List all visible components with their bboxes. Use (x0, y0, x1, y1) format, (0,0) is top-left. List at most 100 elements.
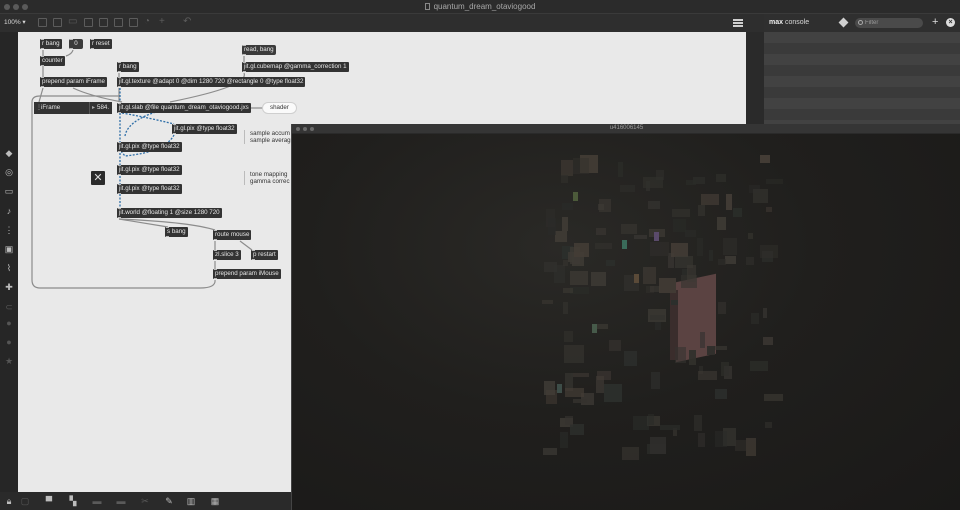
scene-block (594, 242, 612, 249)
pix-1-text: jit.gl.pix @type float32 (174, 125, 235, 132)
object-box-icon[interactable] (38, 18, 47, 27)
keyboard-icon[interactable]: ▦ (210, 496, 220, 506)
pix-4-text: jit.gl.pix @type float32 (119, 185, 180, 192)
console-toggle-icon[interactable] (733, 19, 743, 27)
r-bang-text: r bang (42, 40, 60, 47)
grid-icon[interactable]: ▬ (92, 496, 102, 506)
scene-block (750, 361, 769, 372)
piano-icon[interactable]: ▥ (186, 496, 196, 506)
console-filter-input[interactable] (855, 18, 923, 28)
scene-block (650, 314, 666, 320)
paperclip-icon[interactable]: ⌇ (4, 263, 14, 273)
toggle-object-icon[interactable] (99, 18, 108, 27)
scene-accent (622, 240, 627, 249)
p-restart-object[interactable]: p restart (251, 250, 278, 260)
scene-block (765, 178, 783, 184)
console-row (764, 98, 960, 109)
arrow-icon: ▸ (92, 104, 96, 111)
info-icon[interactable]: ● (4, 318, 14, 328)
scene-block (748, 233, 753, 240)
world-object[interactable]: jit.world @floating 1 @size 1280 720 (117, 208, 222, 218)
render-window[interactable]: u416006145 (291, 124, 960, 510)
r-bang-object[interactable]: r bang (40, 39, 62, 49)
scene-block (591, 272, 607, 287)
console-title: max console (769, 19, 809, 26)
star-icon[interactable]: ★ (4, 356, 14, 366)
puzzle-icon[interactable]: ✚ (4, 282, 14, 292)
route-mouse-object[interactable]: route mouse (213, 230, 252, 240)
scene-block (555, 231, 567, 243)
p-restart-text: p restart (253, 251, 276, 258)
undo-icon[interactable]: ↶ (183, 16, 191, 28)
pix-object-1[interactable]: jit.gl.pix @type float32 (172, 124, 237, 134)
link-icon[interactable]: ⊂ (4, 302, 14, 312)
scene-block (714, 388, 727, 399)
lock-icon[interactable]: 🔒︎ (4, 496, 14, 506)
r-reset-object[interactable]: r reset (90, 39, 112, 49)
comment-icon[interactable]: ▭ (68, 16, 77, 28)
divider (89, 102, 90, 114)
pix-object-2[interactable]: jit.gl.pix @type float32 (117, 142, 182, 152)
cubemap-object[interactable]: jit.gl.cubemap @gamma_correction 1 (242, 62, 349, 72)
world-text: jit.world @floating 1 @size 1280 720 (119, 209, 220, 216)
scene-block (706, 345, 716, 355)
scene-block (572, 398, 588, 404)
scene-block (561, 217, 568, 232)
scene-block (608, 339, 622, 351)
scene-block (643, 176, 663, 189)
prepend-imouse-object[interactable]: prepend param iMouse (213, 269, 281, 279)
counter-object[interactable]: counter (40, 56, 65, 66)
wrench-icon[interactable]: ✎ (164, 496, 174, 506)
pix-object-3[interactable]: jit.gl.pix @type float32 (117, 165, 182, 175)
slab-object[interactable]: jit.gl.slab @file quantum_dream_otaviogo… (117, 103, 251, 113)
help-icon[interactable]: ● (4, 337, 14, 347)
x-toggle-button[interactable]: ✕ (91, 171, 105, 185)
scene-block (762, 308, 768, 318)
r-bang-object-2[interactable]: r bang (117, 62, 139, 72)
dial-icon[interactable]: ◔ (144, 16, 150, 28)
music-note-icon[interactable]: ♪ (4, 206, 14, 216)
s-bang-text: s bang (167, 228, 186, 235)
number-box-icon[interactable] (114, 18, 123, 27)
zero-message[interactable]: 0 (69, 39, 83, 49)
add-object-icon[interactable]: + (159, 16, 165, 28)
iframe-number-box[interactable]: ⋮ iFrame ▸ 584. (34, 102, 112, 114)
pix-3-text: jit.gl.pix @type float32 (119, 166, 180, 173)
patcher-icon[interactable]: ⋮ (4, 225, 14, 235)
scene-block (605, 259, 615, 267)
scissors-icon[interactable]: ✂ (140, 496, 150, 506)
panel-icon[interactable]: ▭ (4, 186, 14, 196)
options-diamond-icon[interactable] (838, 17, 849, 28)
zoom-menu[interactable]: 100% ▾ (4, 18, 26, 26)
target-icon[interactable]: ◎ (4, 167, 14, 177)
scene-block (760, 245, 779, 259)
pix-object-4[interactable]: jit.gl.pix @type float32 (117, 184, 182, 194)
prepend-iframe-object[interactable]: prepend param iFrame (40, 77, 107, 87)
windows-icon[interactable]: ▚ (68, 496, 78, 506)
read-bang-message[interactable]: read, bang (242, 45, 276, 55)
clear-console-button[interactable]: × (946, 18, 955, 27)
package-icon[interactable]: ◆ (4, 148, 14, 158)
debug-icon[interactable]: ▬ (116, 496, 126, 506)
scene-block (560, 431, 569, 449)
slider-icon[interactable] (129, 18, 138, 27)
image-icon[interactable]: ▣ (4, 244, 14, 254)
s-bang-object[interactable]: s bang (165, 227, 188, 237)
sample-note-1: sample accum (250, 130, 290, 137)
console-row (764, 65, 960, 76)
scene-block (660, 425, 680, 430)
add-button[interactable]: + (932, 16, 938, 28)
chat-icon[interactable]: ▀ (44, 496, 54, 506)
scene-block (545, 389, 557, 404)
scene-block (595, 227, 606, 236)
presentation-icon[interactable]: ▢ (20, 496, 30, 506)
scene-block (675, 346, 687, 364)
render-viewport[interactable] (292, 134, 960, 510)
texture-object[interactable]: jit.gl.texture @adapt 0 @dim 1280 720 @r… (117, 77, 306, 87)
scene-block (760, 154, 770, 163)
scene-block (570, 271, 588, 286)
scene-block (751, 313, 760, 325)
zl-slice-object[interactable]: zl.slice 3 (213, 250, 241, 260)
message-box-icon[interactable] (53, 18, 62, 27)
button-object-icon[interactable] (84, 18, 93, 27)
